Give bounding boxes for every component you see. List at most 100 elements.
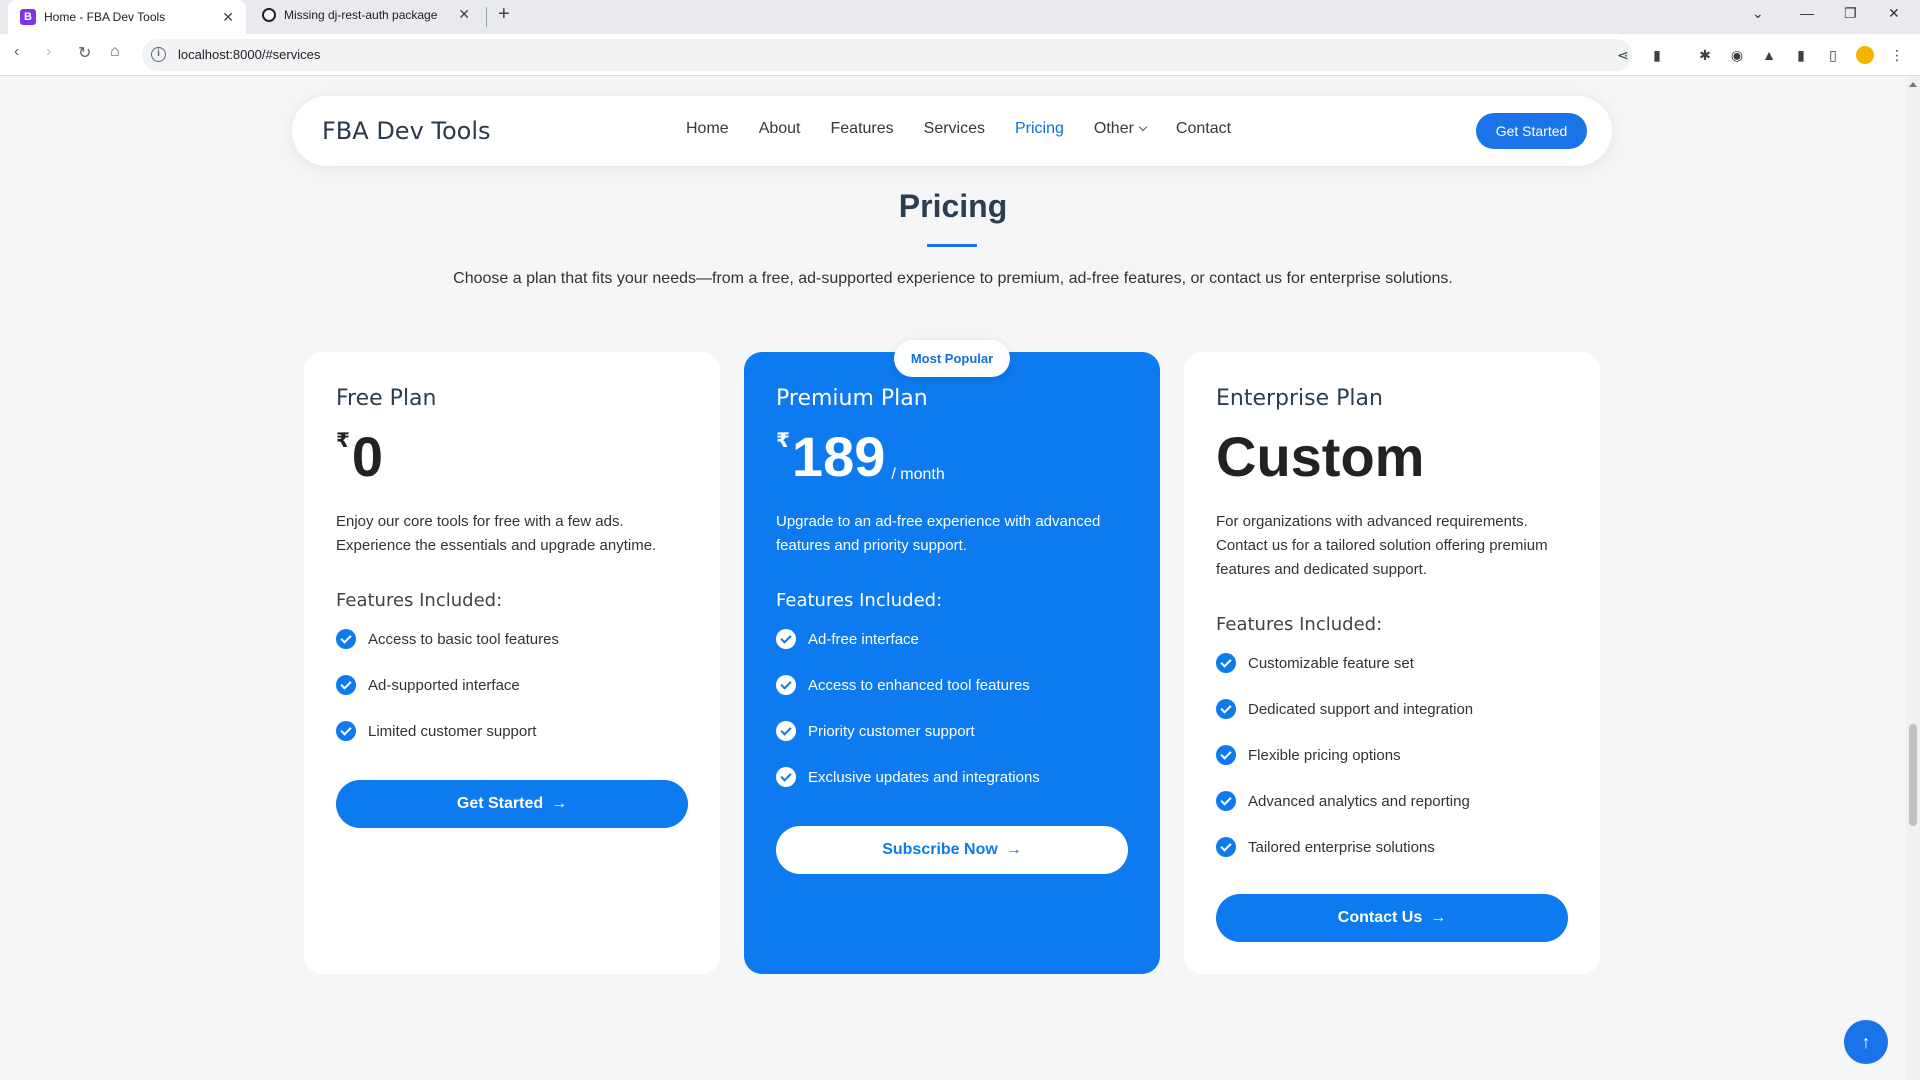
title-underline — [927, 244, 977, 247]
browser-tab-bar: B Home - FBA Dev Tools ✕ Missing dj-rest… — [0, 0, 1920, 34]
tab-search-chevron-icon[interactable]: ⌄ — [1752, 5, 1764, 22]
address-bar[interactable]: i localhost:8000/#services ⋖ ▮ — [142, 39, 1661, 71]
contact-us-button[interactable]: Contact Us → — [1216, 894, 1568, 942]
arrow-right-icon: → — [1005, 841, 1022, 858]
tab-separator — [486, 7, 487, 27]
currency-symbol: ₹ — [336, 430, 350, 452]
check-circle-icon — [1216, 745, 1236, 765]
check-circle-icon — [336, 629, 356, 649]
browser-tab-home[interactable]: B Home - FBA Dev Tools ✕ — [8, 0, 246, 34]
site-info-icon[interactable]: i — [151, 47, 166, 62]
header-get-started-button[interactable]: Get Started — [1476, 113, 1587, 149]
feature-label: Customizable feature set — [1248, 654, 1414, 672]
back-to-top-button[interactable]: ↑ — [1844, 1020, 1888, 1064]
check-circle-icon — [776, 767, 796, 787]
features-heading: Features Included: — [776, 590, 943, 611]
feature-item: Flexible pricing options — [1216, 732, 1473, 778]
features-heading: Features Included: — [336, 590, 503, 611]
nav-features[interactable]: Features — [831, 120, 894, 138]
feature-item: Ad-supported interface — [336, 662, 559, 708]
reading-list-icon[interactable]: ▮ — [1792, 46, 1810, 64]
profile-avatar[interactable] — [1856, 46, 1874, 64]
feature-label: Access to basic tool features — [368, 630, 559, 648]
forward-arrow-icon[interactable]: › — [46, 43, 51, 61]
most-popular-badge: Most Popular — [894, 340, 1010, 377]
browser-menu-icon[interactable]: ⋮ — [1888, 46, 1906, 64]
chevron-down-icon — [1138, 122, 1148, 132]
feature-item: Customizable feature set — [1216, 640, 1473, 686]
plan-price: ₹ 189 / month — [776, 424, 945, 490]
bookmark-icon[interactable]: ▮ — [1648, 46, 1666, 64]
browser-tab-missing-package[interactable]: Missing dj-rest-auth package ✕ — [250, 0, 482, 29]
nav-home[interactable]: Home — [686, 120, 729, 138]
feature-item: Exclusive updates and integrations — [776, 754, 1040, 800]
page-scrollbar[interactable] — [1906, 76, 1920, 1080]
check-circle-icon — [776, 675, 796, 695]
section-title: Pricing — [898, 188, 1008, 224]
url-text[interactable]: localhost:8000/#services — [178, 47, 320, 62]
main-nav: Home About Features Services Pricing Oth… — [686, 120, 1231, 138]
button-label: Get Started — [456, 795, 544, 812]
nav-other-dropdown[interactable]: Other — [1093, 120, 1148, 138]
home-icon[interactable]: ⌂ — [110, 43, 120, 61]
price-amount: Custom — [1216, 425, 1425, 488]
back-arrow-icon[interactable]: ‹ — [14, 43, 19, 61]
plan-name: Free Plan — [336, 386, 437, 411]
nav-services[interactable]: Services — [924, 120, 985, 138]
section-subtitle: Choose a plan that fits your needs—from … — [453, 270, 1453, 287]
extension-incognito-icon[interactable]: ▲ — [1760, 46, 1778, 64]
plan-description: For organizations with advanced requirem… — [1216, 513, 1548, 578]
features-heading: Features Included: — [1216, 614, 1383, 635]
button-label: Subscribe Now — [882, 841, 998, 858]
features-list: Ad-free interface Access to enhanced too… — [776, 616, 1040, 800]
price-amount: 189 — [791, 425, 886, 488]
side-panel-icon[interactable]: ▯ — [1824, 46, 1842, 64]
subscribe-now-button[interactable]: Subscribe Now → — [776, 826, 1128, 874]
nav-other-label: Other — [1093, 120, 1134, 137]
feature-label: Ad-free interface — [808, 630, 919, 648]
plan-name: Premium Plan — [776, 386, 928, 411]
restore-icon[interactable]: ❐ — [1844, 5, 1857, 22]
close-tab-icon[interactable]: ✕ — [222, 9, 234, 26]
tab-title: Missing dj-rest-auth package — [284, 7, 438, 22]
new-tab-icon[interactable]: + — [498, 3, 510, 26]
arrow-right-icon: → — [551, 795, 568, 812]
close-tab-icon[interactable]: ✕ — [458, 6, 470, 23]
pricing-card-enterprise: Enterprise Plan Custom For organizations… — [1184, 352, 1600, 974]
extensions-puzzle-icon[interactable]: ✱ — [1696, 46, 1714, 64]
nav-pricing[interactable]: Pricing — [1015, 120, 1064, 138]
plan-price: Custom — [1216, 424, 1424, 490]
arrow-up-icon: ↑ — [1861, 1032, 1871, 1052]
feature-label: Priority customer support — [808, 722, 975, 740]
feature-label: Ad-supported interface — [368, 676, 520, 694]
check-circle-icon — [776, 721, 796, 741]
feature-label: Advanced analytics and reporting — [1248, 792, 1470, 810]
extension-circle-icon[interactable]: ◉ — [1728, 46, 1746, 64]
site-logo[interactable]: FBA Dev Tools — [322, 117, 491, 145]
check-circle-icon — [776, 629, 796, 649]
feature-label: Tailored enterprise solutions — [1248, 838, 1435, 856]
page-viewport: FBA Dev Tools Home About Features Servic… — [0, 76, 1906, 1080]
scroll-up-arrow-icon[interactable] — [1909, 82, 1917, 87]
nav-about[interactable]: About — [759, 120, 801, 138]
check-circle-icon — [336, 721, 356, 741]
check-circle-icon — [1216, 699, 1236, 719]
site-header: FBA Dev Tools Home About Features Servic… — [292, 96, 1612, 166]
check-circle-icon — [1216, 653, 1236, 673]
plan-description: Upgrade to an ad-free experience with ad… — [776, 513, 1101, 554]
check-circle-icon — [1216, 791, 1236, 811]
scrollbar-thumb[interactable] — [1909, 724, 1917, 826]
share-icon[interactable]: ⋖ — [1614, 46, 1632, 64]
reload-icon[interactable]: ↻ — [78, 43, 91, 63]
close-window-icon[interactable]: ✕ — [1888, 5, 1900, 22]
pricing-card-free: Free Plan ₹ 0 Enjoy our core tools for f… — [304, 352, 720, 974]
nav-contact[interactable]: Contact — [1176, 120, 1231, 138]
minimize-icon[interactable]: — — [1800, 5, 1814, 21]
feature-label: Access to enhanced tool features — [808, 676, 1030, 694]
arrow-right-icon: → — [1430, 909, 1447, 926]
feature-label: Dedicated support and integration — [1248, 700, 1474, 718]
free-get-started-button[interactable]: Get Started → — [336, 780, 688, 828]
tab-title: Home - FBA Dev Tools — [44, 10, 166, 24]
check-circle-icon — [1216, 837, 1236, 857]
feature-item: Dedicated support and integration — [1216, 686, 1473, 732]
